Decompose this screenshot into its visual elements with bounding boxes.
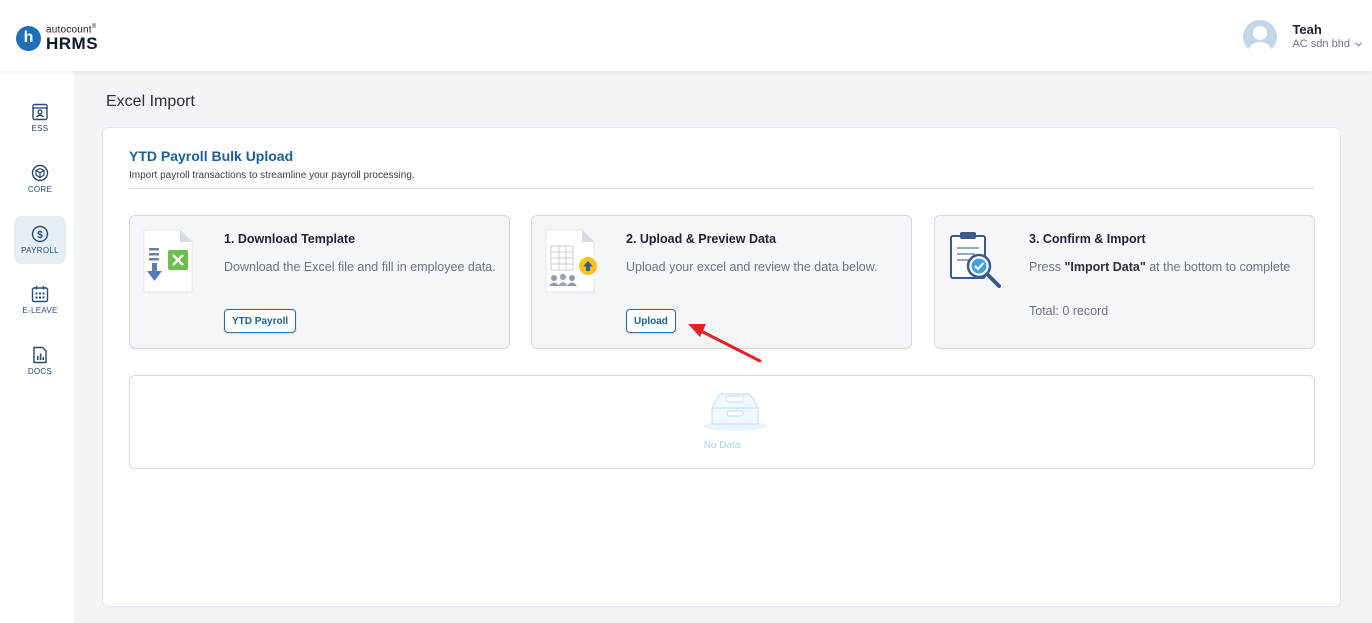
page-title: Excel Import [106, 93, 195, 110]
user-name: Teah [1292, 22, 1322, 37]
excel-download-icon [143, 229, 193, 293]
sidebar-item-label: CORE [27, 185, 53, 194]
sidebar-item-ess[interactable]: ESS [14, 94, 66, 142]
step-title: 3. Confirm & Import [1029, 232, 1146, 246]
step-card-upload: 2. Upload & Preview Data Upload your exc… [531, 215, 912, 349]
step-description: Download the Excel file and fill in empl… [224, 260, 496, 274]
dollar-circle-icon: $ [31, 225, 49, 243]
logo-big-text: HRMS [46, 34, 99, 54]
empty-state-text: No Data [703, 440, 741, 451]
logo-badge: h [16, 25, 41, 51]
chevron-down-icon [1355, 42, 1362, 47]
ytd-payroll-template-button[interactable]: YTD Payroll [224, 309, 297, 333]
document-chart-icon [33, 346, 47, 364]
total-records: Total: 0 record [1029, 304, 1109, 318]
sidebar-item-label: DOCS [27, 367, 53, 376]
logo-mark: ® [91, 24, 97, 30]
app-logo[interactable]: h autocount® HRMS [16, 24, 98, 52]
sidebar-item-label: PAYROLL [21, 246, 59, 255]
upload-sheet-icon [545, 229, 597, 293]
step-card-download: 1. Download Template Download the Excel … [129, 215, 510, 349]
calendar-icon [31, 286, 49, 303]
divider [129, 188, 1314, 189]
logo-text: autocount® HRMS [46, 24, 98, 52]
import-panel: YTD Payroll Bulk Upload Import payroll t… [102, 127, 1341, 607]
avatar[interactable] [1243, 20, 1278, 54]
sidebar-item-docs[interactable]: DOCS [14, 337, 66, 385]
import-data-emphasis: "Import Data" [1064, 260, 1146, 274]
cube-icon [31, 164, 49, 182]
sidebar-item-label: E-LEAVE [22, 306, 58, 315]
user-menu[interactable]: Teah AC sdn bhd [1243, 20, 1362, 54]
upload-button[interactable]: Upload [626, 309, 676, 333]
description-text-before: Press [1029, 260, 1065, 274]
svg-text:$: $ [37, 230, 43, 241]
section-subtitle: Import payroll transactions to streamlin… [129, 170, 415, 181]
empty-box-icon [703, 393, 767, 431]
preview-table-empty: No Data [129, 375, 1315, 469]
sidebar-item-e-leave[interactable]: E-LEAVE [14, 276, 66, 324]
sidebar-item-label: ESS [31, 124, 49, 133]
section-title: YTD Payroll Bulk Upload [129, 148, 294, 164]
id-badge-icon [32, 103, 48, 121]
sidebar-item-core[interactable]: CORE [14, 155, 66, 203]
description-text-after: at the bottom to complete [1145, 260, 1291, 274]
step-description: Upload your excel and review the data be… [626, 260, 878, 274]
sidebar: ESS CORE $ PAYROLL E-LEAVE DOCS [0, 71, 74, 623]
step-title: 1. Download Template [224, 232, 356, 246]
user-company-label: AC sdn bhd [1292, 38, 1350, 51]
step-description: Press "Import Data" at the bottom to com… [1029, 258, 1304, 277]
top-bar: h autocount® HRMS Teah AC sdn bhd [0, 0, 1372, 71]
clipboard-check-icon [950, 232, 1001, 288]
step-title: 2. Upload & Preview Data [626, 232, 777, 246]
sidebar-item-payroll[interactable]: $ PAYROLL [14, 216, 66, 264]
user-info[interactable]: Teah AC sdn bhd [1292, 22, 1362, 52]
user-company[interactable]: AC sdn bhd [1292, 38, 1362, 52]
step-card-confirm: 3. Confirm & Import Press "Import Data" … [934, 215, 1315, 349]
